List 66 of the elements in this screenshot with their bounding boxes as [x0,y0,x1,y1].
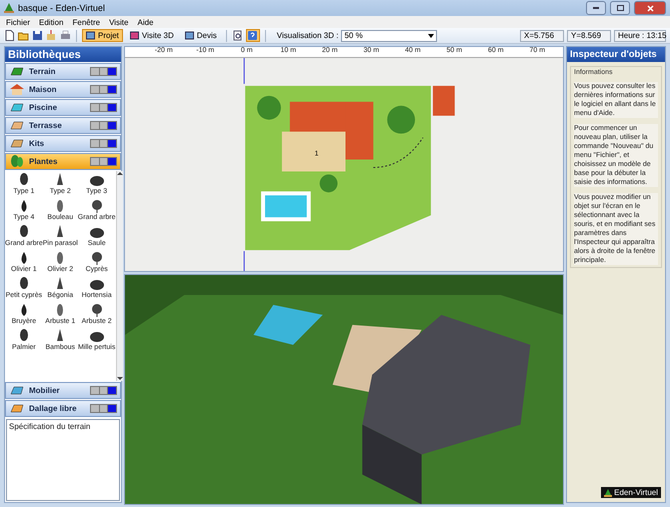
scroll-down-icon [116,376,123,381]
dropdown-caret-icon [428,34,434,38]
panel-title: Bibliothèques [5,47,121,62]
maximize-icon [616,5,624,11]
category-icon [9,402,25,415]
plant-icon [88,225,105,239]
category-icon [9,101,25,114]
help-button[interactable] [246,29,260,42]
description-text: Spécification du terrain [9,422,90,431]
library-category[interactable]: Piscine [5,99,121,116]
view-mode-toggle[interactable] [90,139,117,148]
mode-button[interactable]: Visite 3D [126,29,178,42]
library-category[interactable]: Terrasse [5,117,121,134]
close-button[interactable] [634,1,666,15]
menu-item[interactable]: Visite [109,18,128,26]
minimize-button[interactable] [586,1,606,15]
help-icon [248,31,258,40]
menu-item[interactable]: Aide [137,18,154,26]
tree-icon [604,488,612,496]
library-category[interactable]: Kits [5,135,121,152]
library-category[interactable]: Maison [5,81,121,98]
menu-item[interactable]: Fichier [6,18,30,26]
menu-item[interactable]: Edition [39,18,64,26]
mode-button[interactable]: Devis [180,29,221,42]
menu-item[interactable]: Fenêtre [72,18,100,26]
tree-icon [9,155,25,168]
view-mode-toggle[interactable] [90,404,117,413]
category-icon [9,119,25,132]
view-mode-toggle[interactable] [90,386,117,395]
category-icon [9,137,25,150]
library-category[interactable]: Plantes [5,153,121,170]
view-mode-toggle[interactable] [90,85,117,94]
view-mode-toggle[interactable] [90,157,117,166]
category-icon [9,384,25,397]
minimize-icon [593,7,599,9]
scrollbar[interactable] [116,171,123,381]
view-mode-toggle[interactable] [90,67,117,76]
print-preview-icon[interactable] [232,30,243,41]
scroll-up-icon [116,171,123,176]
library-category[interactable]: Dallage libre [5,400,121,417]
print-icon[interactable] [60,30,71,41]
plant-icon [88,277,105,291]
maximize-button[interactable] [610,1,630,15]
app-logo: Eden-Virtuel [601,487,661,498]
save-icon[interactable] [32,30,43,41]
mode-button[interactable]: Projet [82,29,123,42]
library-category[interactable]: Terrain [5,63,121,80]
library-category[interactable]: Mobilier [5,382,121,399]
time-field: Heure : 13:15 [614,30,666,42]
window-title: basque - Eden-Virtuel [18,3,106,13]
origin-axis-line [244,250,245,271]
open-folder-icon[interactable] [18,30,29,41]
y-coordinate-field: Y=8.569 [567,30,611,42]
view-mode-toggle[interactable] [90,121,117,130]
app-icon [4,3,14,13]
category-icon [9,65,25,78]
plant-icon [88,173,105,187]
close-icon [646,4,654,12]
view-mode-toggle[interactable] [90,103,117,112]
plant-icon [88,329,105,343]
x-coordinate-field: X=5.756 [520,30,564,42]
new-file-icon[interactable] [4,30,15,41]
visualisation-label: Visualisation 3D : [276,31,338,40]
origin-axis-line [244,58,245,84]
visualisation-select[interactable]: 50 % [341,30,438,42]
panel-title: Inspecteur d'objets [567,47,665,62]
